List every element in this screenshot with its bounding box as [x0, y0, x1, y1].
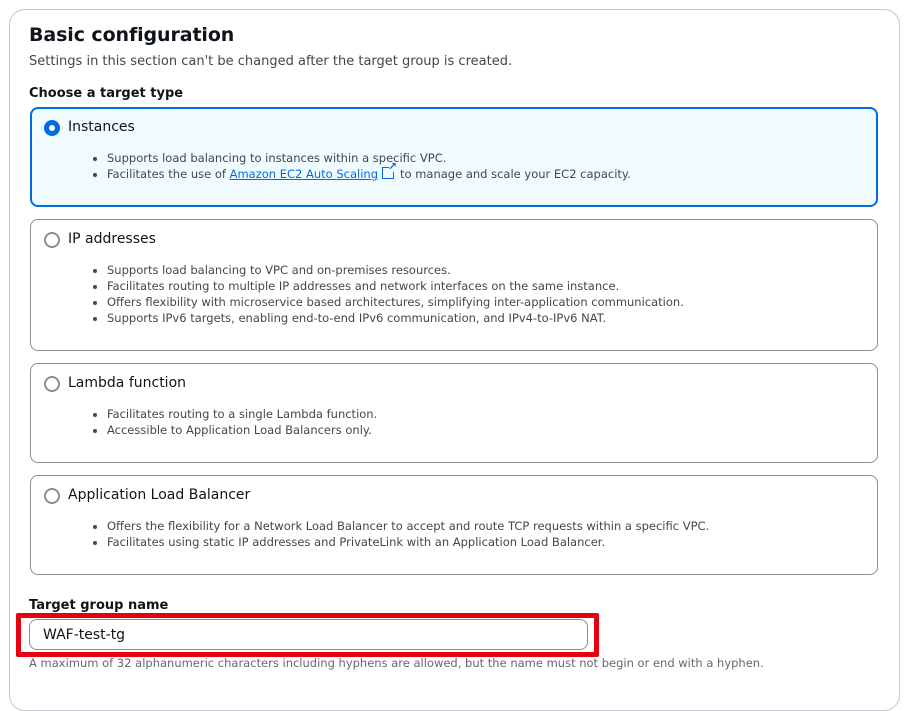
ec2-auto-scaling-link[interactable]: Amazon EC2 Auto Scaling: [230, 167, 378, 181]
instances-bullets: Supports load balancing to instances wit…: [95, 150, 631, 182]
list-item: Supports load balancing to VPC and on-pr…: [107, 262, 684, 278]
lambda-label: Lambda function: [68, 375, 187, 391]
list-item: Accessible to Application Load Balancers…: [107, 422, 377, 438]
ip-addresses-bullets: Supports load balancing to VPC and on-pr…: [95, 262, 684, 326]
target-type-instances-tile[interactable]: Instances Supports load balancing to ins…: [30, 107, 878, 207]
alb-label: Application Load Balancer: [68, 487, 251, 503]
section-description: Settings in this section can't be change…: [29, 54, 513, 69]
list-item: Supports IPv6 targets, enabling end-to-e…: [107, 310, 684, 326]
instances-label: Instances: [68, 119, 135, 135]
bullet-text-suffix: to manage and scale your EC2 capacity.: [400, 167, 631, 181]
target-type-lambda-tile[interactable]: Lambda function Facilitates routing to a…: [30, 363, 878, 463]
list-item: Facilitates routing to a single Lambda f…: [107, 406, 377, 422]
lambda-radio[interactable]: [44, 376, 60, 392]
target-type-label: Choose a target type: [29, 86, 184, 101]
lambda-bullets: Facilitates routing to a single Lambda f…: [95, 406, 377, 438]
bullet-text: Facilitates the use of: [107, 167, 226, 181]
alb-radio[interactable]: [44, 488, 60, 504]
list-item: Offers flexibility with microservice bas…: [107, 294, 684, 310]
list-item: Facilitates the use of Amazon EC2 Auto S…: [107, 161, 631, 182]
list-item: Facilitates routing to multiple IP addre…: [107, 278, 684, 294]
list-item: Offers the flexibility for a Network Loa…: [107, 518, 709, 534]
ip-addresses-radio[interactable]: [44, 232, 60, 248]
instances-radio[interactable]: [44, 120, 60, 136]
section-title: Basic configuration: [29, 24, 235, 46]
target-group-name-hint: A maximum of 32 alphanumeric characters …: [29, 656, 764, 670]
target-type-alb-tile[interactable]: Application Load Balancer Offers the fle…: [30, 475, 878, 575]
list-item: Supports load balancing to instances wit…: [107, 150, 631, 166]
alb-bullets: Offers the flexibility for a Network Loa…: [95, 518, 709, 550]
list-item: Facilitates using static IP addresses an…: [107, 534, 709, 550]
target-group-name-label: Target group name: [29, 598, 169, 613]
target-type-ip-addresses-tile[interactable]: IP addresses Supports load balancing to …: [30, 219, 878, 351]
external-link-icon[interactable]: [382, 161, 397, 179]
target-group-name-input[interactable]: [29, 619, 588, 650]
ip-addresses-label: IP addresses: [68, 231, 156, 247]
